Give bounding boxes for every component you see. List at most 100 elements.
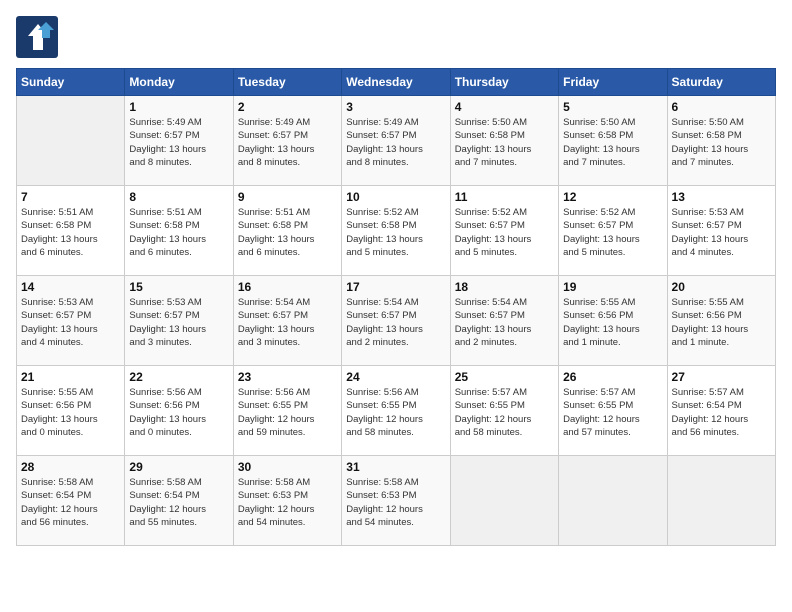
- calendar-cell: [559, 456, 667, 546]
- day-detail: Sunrise: 5:55 AM Sunset: 6:56 PM Dayligh…: [563, 296, 662, 349]
- calendar-week-row: 7 Sunrise: 5:51 AM Sunset: 6:58 PM Daylig…: [17, 186, 776, 276]
- calendar-cell: 13 Sunrise: 5:53 AM Sunset: 6:57 PM Dayli…: [667, 186, 775, 276]
- calendar-cell: [17, 96, 125, 186]
- day-number: 10: [346, 190, 445, 204]
- calendar-cell: 22 Sunrise: 5:56 AM Sunset: 6:56 PM Dayli…: [125, 366, 233, 456]
- day-detail: Sunrise: 5:51 AM Sunset: 6:58 PM Dayligh…: [21, 206, 120, 259]
- day-detail: Sunrise: 5:56 AM Sunset: 6:55 PM Dayligh…: [238, 386, 337, 439]
- day-number: 21: [21, 370, 120, 384]
- calendar-cell: 27 Sunrise: 5:57 AM Sunset: 6:54 PM Dayli…: [667, 366, 775, 456]
- calendar-cell: 10 Sunrise: 5:52 AM Sunset: 6:58 PM Dayli…: [342, 186, 450, 276]
- day-detail: Sunrise: 5:56 AM Sunset: 6:56 PM Dayligh…: [129, 386, 228, 439]
- calendar-table: SundayMondayTuesdayWednesdayThursdayFrid…: [16, 68, 776, 546]
- day-number: 30: [238, 460, 337, 474]
- calendar-cell: 17Sunrise: 5:54 AM Sunset: 6:57 PM Dayli…: [342, 276, 450, 366]
- col-header-monday: Monday: [125, 69, 233, 96]
- day-number: 5: [563, 100, 662, 114]
- day-number: 3: [346, 100, 445, 114]
- day-number: 26: [563, 370, 662, 384]
- logo-icon: [16, 16, 58, 58]
- calendar-cell: 14 Sunrise: 5:53 AM Sunset: 6:57 PM Dayli…: [17, 276, 125, 366]
- day-detail: Sunrise: 5:55 AM Sunset: 6:56 PM Dayligh…: [21, 386, 120, 439]
- day-detail: Sunrise: 5:49 AM Sunset: 6:57 PM Dayligh…: [238, 116, 337, 169]
- day-number: 11: [455, 190, 554, 204]
- day-number: 1: [129, 100, 228, 114]
- day-detail: Sunrise: 5:53 AM Sunset: 6:57 PM Dayligh…: [21, 296, 120, 349]
- day-number: 16: [238, 280, 337, 294]
- day-detail: Sunrise: 5:50 AM Sunset: 6:58 PM Dayligh…: [672, 116, 771, 169]
- calendar-cell: 31 Sunrise: 5:58 AM Sunset: 6:53 PM Dayli…: [342, 456, 450, 546]
- calendar-cell: 1 Sunrise: 5:49 AM Sunset: 6:57 PM Daylig…: [125, 96, 233, 186]
- calendar-cell: 11 Sunrise: 5:52 AM Sunset: 6:57 PM Dayli…: [450, 186, 558, 276]
- day-detail: Sunrise: 5:54 AM Sunset: 6:57 PM Dayligh…: [455, 296, 554, 349]
- col-header-thursday: Thursday: [450, 69, 558, 96]
- calendar-cell: 21 Sunrise: 5:55 AM Sunset: 6:56 PM Dayli…: [17, 366, 125, 456]
- calendar-cell: 7 Sunrise: 5:51 AM Sunset: 6:58 PM Daylig…: [17, 186, 125, 276]
- calendar-week-row: 28 Sunrise: 5:58 AM Sunset: 6:54 PM Dayli…: [17, 456, 776, 546]
- day-detail: Sunrise: 5:52 AM Sunset: 6:57 PM Dayligh…: [563, 206, 662, 259]
- day-number: 22: [129, 370, 228, 384]
- day-number: 4: [455, 100, 554, 114]
- calendar-cell: 2Sunrise: 5:49 AM Sunset: 6:57 PM Daylig…: [233, 96, 341, 186]
- day-detail: Sunrise: 5:57 AM Sunset: 6:54 PM Dayligh…: [672, 386, 771, 439]
- day-number: 31: [346, 460, 445, 474]
- day-detail: Sunrise: 5:52 AM Sunset: 6:57 PM Dayligh…: [455, 206, 554, 259]
- day-number: 15: [129, 280, 228, 294]
- page-header: [16, 16, 776, 58]
- day-detail: Sunrise: 5:53 AM Sunset: 6:57 PM Dayligh…: [672, 206, 771, 259]
- calendar-cell: 9 Sunrise: 5:51 AM Sunset: 6:58 PM Daylig…: [233, 186, 341, 276]
- day-detail: Sunrise: 5:51 AM Sunset: 6:58 PM Dayligh…: [129, 206, 228, 259]
- day-detail: Sunrise: 5:52 AM Sunset: 6:58 PM Dayligh…: [346, 206, 445, 259]
- calendar-cell: 30 Sunrise: 5:58 AM Sunset: 6:53 PM Dayli…: [233, 456, 341, 546]
- day-detail: Sunrise: 5:56 AM Sunset: 6:55 PM Dayligh…: [346, 386, 445, 439]
- col-header-tuesday: Tuesday: [233, 69, 341, 96]
- calendar-cell: 28 Sunrise: 5:58 AM Sunset: 6:54 PM Dayli…: [17, 456, 125, 546]
- col-header-sunday: Sunday: [17, 69, 125, 96]
- day-number: 12: [563, 190, 662, 204]
- day-detail: Sunrise: 5:49 AM Sunset: 6:57 PM Dayligh…: [346, 116, 445, 169]
- day-number: 13: [672, 190, 771, 204]
- calendar-cell: 18 Sunrise: 5:54 AM Sunset: 6:57 PM Dayli…: [450, 276, 558, 366]
- calendar-cell: 25Sunrise: 5:57 AM Sunset: 6:55 PM Dayli…: [450, 366, 558, 456]
- day-number: 29: [129, 460, 228, 474]
- calendar-cell: 6 Sunrise: 5:50 AM Sunset: 6:58 PM Daylig…: [667, 96, 775, 186]
- day-detail: Sunrise: 5:58 AM Sunset: 6:53 PM Dayligh…: [238, 476, 337, 529]
- col-header-wednesday: Wednesday: [342, 69, 450, 96]
- day-detail: Sunrise: 5:58 AM Sunset: 6:54 PM Dayligh…: [129, 476, 228, 529]
- col-header-friday: Friday: [559, 69, 667, 96]
- day-number: 17: [346, 280, 445, 294]
- day-number: 20: [672, 280, 771, 294]
- calendar-cell: 19Sunrise: 5:55 AM Sunset: 6:56 PM Dayli…: [559, 276, 667, 366]
- logo: [16, 16, 64, 58]
- calendar-cell: [450, 456, 558, 546]
- calendar-cell: 23Sunrise: 5:56 AM Sunset: 6:55 PM Dayli…: [233, 366, 341, 456]
- day-number: 14: [21, 280, 120, 294]
- calendar-cell: 8Sunrise: 5:51 AM Sunset: 6:58 PM Daylig…: [125, 186, 233, 276]
- day-number: 9: [238, 190, 337, 204]
- calendar-cell: 26Sunrise: 5:57 AM Sunset: 6:55 PM Dayli…: [559, 366, 667, 456]
- day-number: 7: [21, 190, 120, 204]
- day-number: 6: [672, 100, 771, 114]
- day-detail: Sunrise: 5:50 AM Sunset: 6:58 PM Dayligh…: [455, 116, 554, 169]
- calendar-header-row: SundayMondayTuesdayWednesdayThursdayFrid…: [17, 69, 776, 96]
- calendar-cell: 29 Sunrise: 5:58 AM Sunset: 6:54 PM Dayli…: [125, 456, 233, 546]
- col-header-saturday: Saturday: [667, 69, 775, 96]
- calendar-cell: 24 Sunrise: 5:56 AM Sunset: 6:55 PM Dayli…: [342, 366, 450, 456]
- day-detail: Sunrise: 5:50 AM Sunset: 6:58 PM Dayligh…: [563, 116, 662, 169]
- day-detail: Sunrise: 5:58 AM Sunset: 6:53 PM Dayligh…: [346, 476, 445, 529]
- day-detail: Sunrise: 5:53 AM Sunset: 6:57 PM Dayligh…: [129, 296, 228, 349]
- day-detail: Sunrise: 5:55 AM Sunset: 6:56 PM Dayligh…: [672, 296, 771, 349]
- day-detail: Sunrise: 5:58 AM Sunset: 6:54 PM Dayligh…: [21, 476, 120, 529]
- day-number: 27: [672, 370, 771, 384]
- day-number: 24: [346, 370, 445, 384]
- day-detail: Sunrise: 5:51 AM Sunset: 6:58 PM Dayligh…: [238, 206, 337, 259]
- day-number: 28: [21, 460, 120, 474]
- day-number: 18: [455, 280, 554, 294]
- calendar-cell: 4 Sunrise: 5:50 AM Sunset: 6:58 PM Daylig…: [450, 96, 558, 186]
- day-detail: Sunrise: 5:49 AM Sunset: 6:57 PM Dayligh…: [129, 116, 228, 169]
- calendar-cell: [667, 456, 775, 546]
- calendar-cell: 15 Sunrise: 5:53 AM Sunset: 6:57 PM Dayli…: [125, 276, 233, 366]
- calendar-week-row: 1 Sunrise: 5:49 AM Sunset: 6:57 PM Daylig…: [17, 96, 776, 186]
- calendar-cell: 3 Sunrise: 5:49 AM Sunset: 6:57 PM Daylig…: [342, 96, 450, 186]
- day-number: 25: [455, 370, 554, 384]
